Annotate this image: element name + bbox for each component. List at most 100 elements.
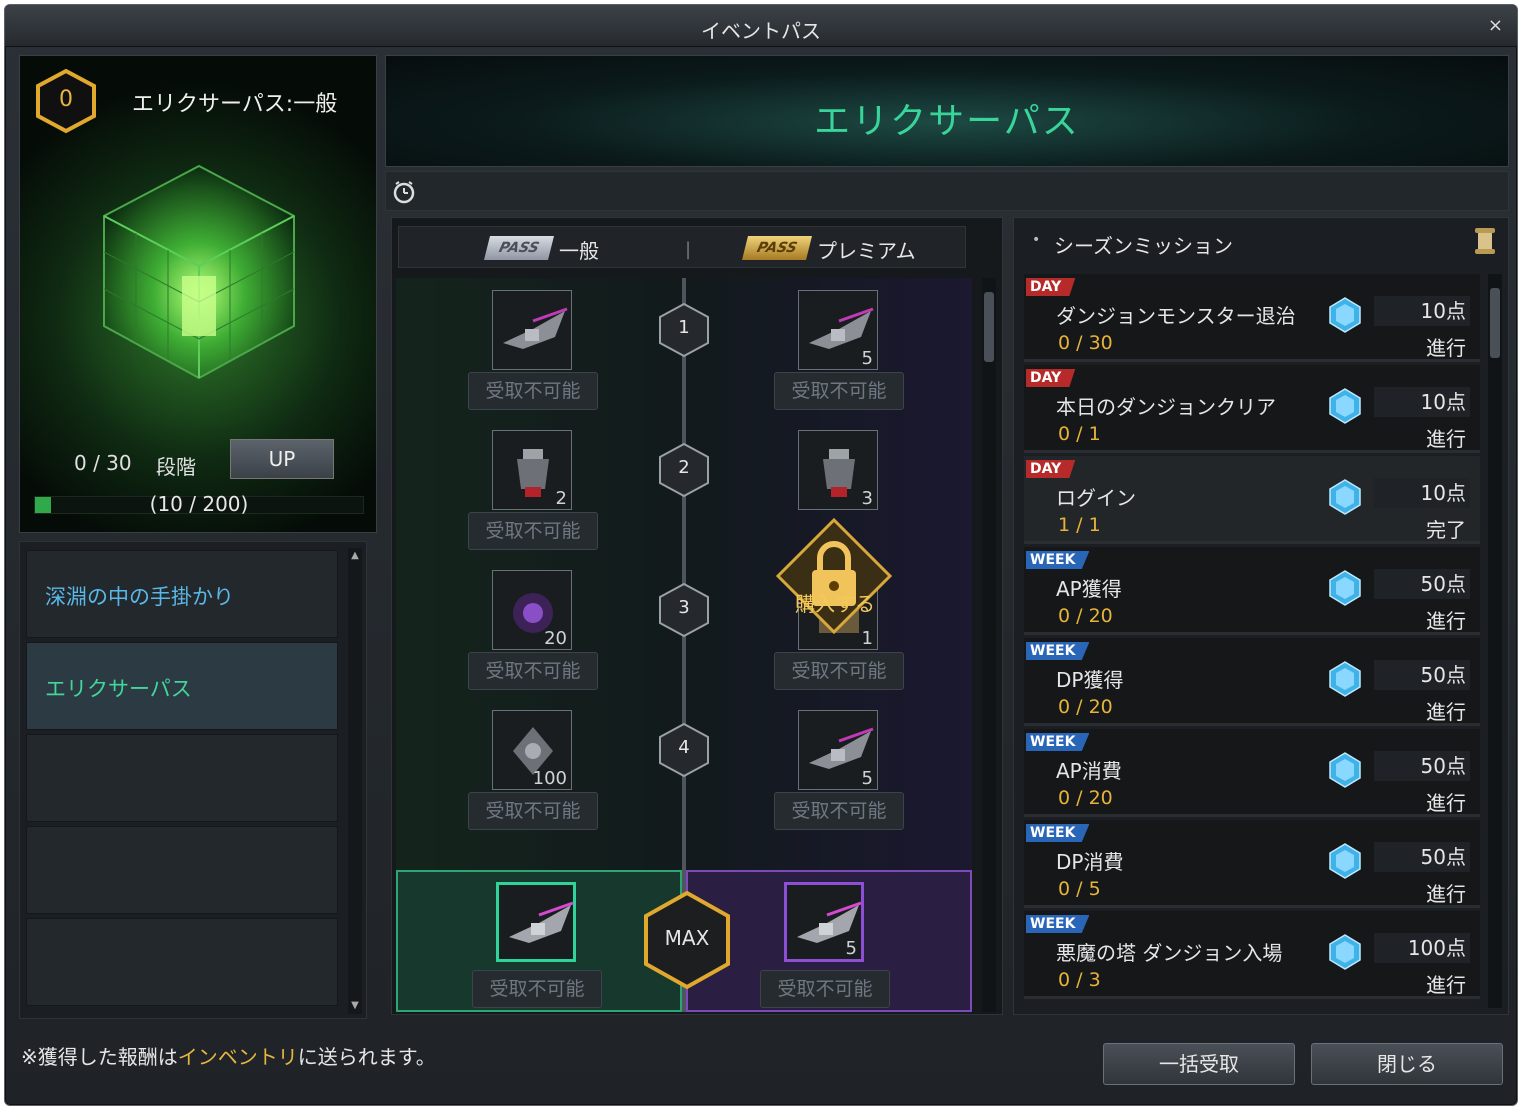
scroll-thumb[interactable]: [1490, 288, 1500, 358]
nav-scrollbar[interactable]: ▲ ▼: [348, 548, 362, 1014]
mission-row[interactable]: WEEK DP獲得 0 / 20 50点 進行: [1024, 638, 1480, 726]
mission-points: 10点: [1374, 387, 1470, 417]
mission-row[interactable]: WEEK 悪魔の塔 ダンジョン入場 0 / 3 100点 進行: [1024, 911, 1480, 999]
claim-all-button[interactable]: 一括受取: [1103, 1043, 1295, 1085]
level-number: 2: [678, 457, 690, 478]
close-icon[interactable]: ×: [1488, 15, 1503, 36]
inventory-link: インベントリ: [177, 1045, 298, 1069]
normal-claim-button[interactable]: 受取不可能: [468, 512, 598, 550]
mission-points: 50点: [1374, 569, 1470, 599]
mission-name: ログイン: [1056, 486, 1136, 510]
event-nav-list: 深淵の中の手掛かり エリクサーパス ▲ ▼: [19, 541, 367, 1019]
max-label: MAX: [664, 926, 710, 950]
mission-points: 100点: [1374, 933, 1470, 963]
gem-icon: [1329, 388, 1361, 424]
scroll-up-icon[interactable]: ▲: [349, 550, 361, 562]
mission-status: 進行: [1426, 609, 1466, 633]
gem-icon: [1329, 297, 1361, 333]
mission-name: 本日のダンジョンクリア: [1056, 395, 1276, 419]
premium-reward-slot[interactable]: 3: [798, 430, 878, 510]
mission-status: 進行: [1426, 882, 1466, 906]
nav-item-abyss-clues[interactable]: 深淵の中の手掛かり: [26, 550, 338, 638]
mission-progress: 0 / 3: [1058, 969, 1101, 991]
scroll-down-icon[interactable]: ▼: [349, 1000, 361, 1012]
premium-claim-button[interactable]: 受取不可能: [774, 372, 904, 410]
premium-reward-slot[interactable]: 5: [798, 710, 878, 790]
mission-tag: WEEK: [1026, 642, 1090, 660]
mission-points: 10点: [1374, 296, 1470, 326]
mission-tag: WEEK: [1026, 824, 1090, 842]
premium-claim-button[interactable]: 受取不可能: [774, 792, 904, 830]
close-button[interactable]: 閉じる: [1311, 1043, 1503, 1085]
buy-premium-link[interactable]: 購入する: [730, 588, 940, 617]
premium-lock-icon[interactable]: [772, 514, 896, 638]
reward-track-body: 受取不可能 5 受取不可能 1 2 受取不可能 3 2 20 受取不可能 1 受…: [396, 278, 972, 1012]
elixir-cube-icon: [103, 164, 295, 380]
mission-row[interactable]: WEEK AP獲得 0 / 20 50点 進行: [1024, 547, 1480, 635]
normal-reward-slot[interactable]: 100: [492, 710, 572, 790]
premium-claim-button[interactable]: 受取不可能: [774, 652, 904, 690]
mission-progress: 0 / 20: [1058, 696, 1113, 718]
mission-row[interactable]: WEEK DP消費 0 / 5 50点進行: [1024, 820, 1480, 908]
mission-tag: DAY: [1026, 460, 1076, 478]
header-separator: |: [685, 239, 692, 260]
stage-progress: 0 / 30: [74, 451, 132, 475]
mission-row[interactable]: DAY ログイン 1 / 1 10点 完了: [1024, 456, 1480, 544]
mission-name: DP消費: [1056, 850, 1124, 874]
premium-claim-button[interactable]: 受取不可能: [760, 970, 890, 1008]
normal-claim-button[interactable]: 受取不可能: [468, 792, 598, 830]
level-up-button[interactable]: UP: [230, 439, 334, 479]
reward-track-panel: PASS 一般 | PASS プレミアム 受取不可能 5 受取不可能 1 2 受…: [391, 217, 1003, 1015]
mission-name: ダンジョンモンスター退治: [1056, 304, 1296, 328]
mission-scrollbar[interactable]: [1488, 274, 1502, 1008]
reward-quantity: 3: [861, 488, 873, 509]
normal-reward-slot[interactable]: 2: [492, 430, 572, 510]
gem-icon: [1329, 479, 1361, 515]
banner-title: エリクサーパス: [814, 101, 1080, 142]
level-marker: 1: [658, 302, 710, 358]
mission-points: 50点: [1374, 842, 1470, 872]
normal-reward-slot[interactable]: [496, 882, 576, 962]
xp-text: (10 / 200): [149, 492, 249, 516]
clock-icon: [393, 181, 415, 204]
normal-claim-button[interactable]: 受取不可能: [472, 970, 602, 1008]
scroll-icon[interactable]: [1472, 226, 1498, 256]
pass-header: PASS 一般 | PASS プレミアム: [398, 226, 966, 268]
mission-tag: WEEK: [1026, 551, 1090, 569]
stage-label: 段階: [156, 455, 196, 479]
track-scrollbar[interactable]: [982, 278, 996, 1012]
normal-reward-slot[interactable]: 20: [492, 570, 572, 650]
max-level-marker: MAX: [642, 890, 732, 990]
premium-reward-slot[interactable]: 5: [798, 290, 878, 370]
level-number: 4: [678, 737, 690, 758]
title-bar[interactable]: イベントパス ×: [5, 5, 1517, 47]
mission-progress: 0 / 20: [1058, 605, 1113, 627]
nav-item-empty: [26, 918, 338, 1006]
level-marker: 3: [658, 582, 710, 638]
premium-reward-slot[interactable]: 5: [784, 882, 864, 962]
level-marker: 2: [658, 442, 710, 498]
nav-item-label: 深淵の中の手掛かり: [45, 585, 234, 609]
normal-claim-button[interactable]: 受取不可能: [468, 652, 598, 690]
mission-row[interactable]: WEEK AP消費 0 / 20 50点 進行: [1024, 729, 1480, 817]
normal-claim-button[interactable]: 受取不可能: [468, 372, 598, 410]
gem-icon: [1329, 661, 1361, 697]
reward-quantity: 20: [544, 628, 567, 649]
premium-pass-badge: PASS: [742, 236, 812, 260]
reward-quantity: 5: [861, 768, 873, 789]
reward-quantity: 5: [861, 348, 873, 369]
mission-status: 完了: [1426, 518, 1466, 542]
level-marker: 4: [658, 722, 710, 778]
mission-name: 悪魔の塔 ダンジョン入場: [1056, 941, 1283, 965]
nav-item-elixir-pass[interactable]: エリクサーパス: [26, 642, 338, 730]
gem-icon: [1329, 752, 1361, 788]
reward-quantity: 5: [845, 938, 857, 959]
level-number: 3: [678, 597, 690, 618]
mission-progress: 0 / 5: [1058, 878, 1101, 900]
normal-reward-slot[interactable]: [492, 290, 572, 370]
mission-status: 進行: [1426, 791, 1466, 815]
scroll-thumb[interactable]: [984, 292, 994, 362]
mission-row[interactable]: DAY 本日のダンジョンクリア 0 / 1 10点 進行: [1024, 365, 1480, 453]
mission-row[interactable]: DAY ダンジョンモンスター退治 0 / 30 10点 進行: [1024, 274, 1480, 362]
mission-points: 50点: [1374, 751, 1470, 781]
